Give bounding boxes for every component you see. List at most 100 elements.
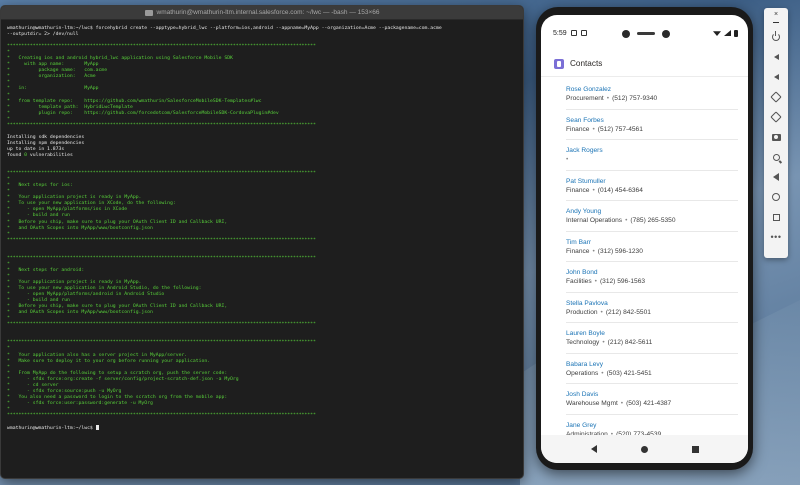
terminal-line-text: * - sfdx force:org:create -f server/conf… [7, 376, 239, 382]
android-nav-bar [541, 435, 748, 463]
contact-department: Internal Operations [566, 217, 623, 224]
contact-list-item[interactable]: Andy Young Internal Operations • (785) 265-… [566, 201, 738, 232]
volume-down-button[interactable] [769, 67, 783, 87]
screenshot-button[interactable] [769, 127, 783, 147]
contact-list-item[interactable]: Stella Pavlova Production • (212) 842-5501 [566, 293, 738, 323]
rotate-right-button[interactable] [769, 107, 783, 127]
terminal-line-text: * Make sure to deploy it to your org bef… [7, 358, 211, 364]
terminal-line-text: * Your application project is ready in M… [7, 279, 142, 285]
back-icon[interactable] [590, 445, 597, 453]
contact-name[interactable]: Tim Barr [566, 238, 738, 247]
terminal-line: wmathurin@wmathurin-ltm:~/lwc$ [7, 425, 523, 431]
contact-phone: (312) 596-1230 [597, 247, 643, 255]
contact-department: Production [566, 308, 598, 316]
terminal-line-text: * [7, 364, 10, 370]
contact-details: Internal Operations • (785) 265-5350 [566, 216, 738, 226]
separator-dot: • [601, 369, 604, 377]
rotate-left-button[interactable] [769, 87, 783, 107]
terminal-line-text: * - build and run [7, 298, 70, 304]
terminal-line-text: * - sfdx force:source:push -u MyOrg [7, 388, 122, 394]
terminal-line-text: * template path: HybridLwcTemplate [7, 104, 133, 110]
contact-list-item[interactable]: John Bond Facilities • (312) 596-1563 [566, 262, 738, 293]
contact-name[interactable]: Lauren Boyle [566, 329, 738, 338]
contact-list-item[interactable]: Tim Barr Finance • (312) 596-1230 [566, 232, 738, 262]
contact-name[interactable]: Babara Levy [566, 360, 738, 369]
terminal-line-text: * [7, 273, 10, 279]
contact-list-item[interactable]: Jack Rogers • [566, 140, 738, 171]
recents-icon[interactable] [691, 445, 699, 453]
terminal-cursor [95, 425, 99, 431]
terminal-line-text: * plugin repo: https://github.com/forced… [7, 110, 279, 116]
contact-phone: (212) 842-5611 [607, 339, 653, 346]
contact-list-item[interactable]: Sean Forbes Finance • (512) 757-4561 [566, 110, 738, 140]
terminal-line-text: * To use your new application in Android… [7, 286, 202, 292]
terminal-line-text: Installing sdk dependencies [7, 134, 85, 140]
volume-up-icon [773, 54, 779, 60]
contact-phone: (014) 454-6364 [597, 186, 643, 194]
contact-name[interactable]: Sean Forbes [566, 116, 738, 125]
zoom-icon [772, 153, 780, 161]
terminal-line-text: * Creating ios and android hybrid_lwc ap… [7, 56, 233, 62]
zoom-button[interactable] [769, 147, 783, 167]
terminal-line-text: * [7, 80, 10, 86]
contact-list-item[interactable]: Pat Stumuller Finance • (014) 454-6364 [566, 171, 738, 201]
contact-department: Finance [566, 247, 590, 255]
contact-name[interactable]: Rose Gonzalez [566, 85, 738, 94]
contact-name[interactable]: Pat Stumuller [566, 177, 738, 186]
terminal-line-text: * [7, 261, 10, 267]
front-sensor [662, 30, 670, 38]
more-button[interactable]: ••• [769, 227, 783, 247]
home-button[interactable] [769, 187, 783, 207]
contact-list-item[interactable]: Babara Levy Operations • (503) 421-5451 [566, 354, 738, 384]
home-icon[interactable] [640, 445, 648, 453]
status-time: 5:59 [553, 29, 567, 37]
power-button[interactable] [769, 27, 783, 47]
terminal-window[interactable]: wmathurin@wmathurin-ltm.internal.salesfo… [0, 5, 524, 479]
close-icon[interactable]: × [774, 11, 778, 19]
terminal-line-text: Installing npm dependencies [7, 140, 85, 146]
separator-dot: • [592, 186, 595, 194]
contact-phone: (312) 596-1563 [599, 278, 646, 285]
terminal-line-text: * - sfdx force:user:password:generate -u… [7, 400, 153, 406]
contact-phone: (503) 421-4387 [626, 400, 672, 407]
separator-dot: • [566, 156, 569, 163]
separator-dot: • [620, 400, 624, 407]
contact-list-item[interactable]: Lauren Boyle Technology • (212) 842-5611 [566, 323, 738, 354]
separator-dot: • [592, 125, 595, 133]
separator-dot: • [600, 308, 603, 316]
separator-dot: • [594, 278, 597, 285]
contact-list[interactable]: Rose Gonzalez Procurement • (512) 757-9340 S… [541, 77, 748, 445]
contact-list-item[interactable]: Rose Gonzalez Procurement • (512) 757-9340 [566, 79, 738, 110]
contact-phone: (503) 421-5451 [606, 369, 652, 377]
contact-department: Finance [566, 186, 590, 194]
terminal-titlebar[interactable]: wmathurin@wmathurin-ltm.internal.salesfo… [1, 6, 523, 20]
app-title: Contacts [570, 59, 603, 68]
contact-details: • [566, 155, 738, 165]
overview-button[interactable] [769, 207, 783, 227]
contact-name[interactable]: Jane Grey [566, 421, 738, 430]
terminal-line-text: found 0 vulnerabilities [7, 152, 73, 158]
terminal-line-text: * Before you ship, make sure to plug you… [7, 219, 228, 225]
contact-name[interactable]: Jack Rogers [566, 146, 738, 155]
contact-name[interactable]: Stella Pavlova [566, 299, 738, 308]
terminal-output[interactable]: wmathurin@wmathurin-ltm:~/lwc$ forcehybr… [1, 20, 523, 431]
volume-up-button[interactable] [769, 47, 783, 67]
minimize-icon[interactable] [773, 22, 779, 23]
contact-name[interactable]: Andy Young [566, 207, 738, 216]
terminal-line-text: * - build and run [7, 213, 70, 219]
terminal-line-text: ****************************************… [7, 413, 316, 418]
terminal-line-text: ****************************************… [7, 340, 316, 346]
contact-department: Technology [566, 339, 600, 346]
contact-list-item[interactable]: Josh Davis Warehouse Mgmt • (503) 421-4387 [566, 384, 738, 415]
contact-details: Operations • (503) 421-5451 [566, 369, 738, 379]
contact-name[interactable]: John Bond [566, 268, 738, 277]
terminal-line-text: * in: MyApp [7, 86, 99, 92]
volume-down-icon [773, 74, 779, 80]
contact-details: Finance • (512) 757-4561 [566, 125, 738, 135]
terminal-line-text: * and OAuth Scopes into MyApp/www/bootco… [7, 225, 153, 231]
device-screen[interactable]: 5:59 Contacts Rose Gonzalez Procurement •(… [541, 15, 748, 463]
contact-details: Technology • (212) 842-5611 [566, 338, 738, 348]
contact-name[interactable]: Josh Davis [566, 390, 738, 399]
back-button[interactable] [769, 167, 783, 187]
separator-dot: • [602, 339, 605, 346]
